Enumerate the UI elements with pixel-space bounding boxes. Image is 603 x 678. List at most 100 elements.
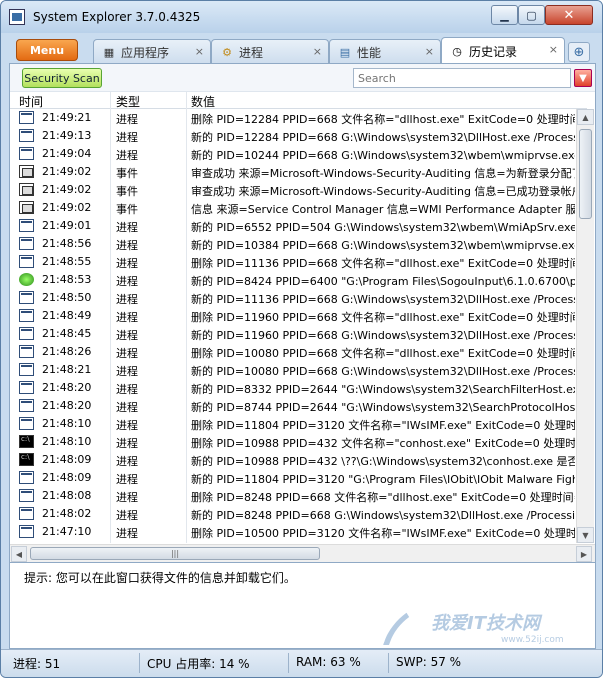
row-value: 删除 PID=11804 PPID=3120 文件名称="IWsIMF.exe"… [191, 419, 575, 432]
status-divider [288, 653, 289, 673]
horizontal-scrollbar[interactable]: ◀ ||| ▶ [10, 544, 595, 562]
table-row[interactable]: 21:48:45 进程 新的 PID=11960 PPID=668 G:\Windo… [10, 325, 575, 343]
row-type: 进程 [116, 275, 138, 288]
row-value: 新的 PID=11136 PPID=668 G:\Windows\system3… [191, 293, 575, 306]
menu-button[interactable]: Menu [16, 39, 78, 61]
maximize-button[interactable]: ▢ [518, 5, 545, 25]
status-process-count: 进程: 51 [13, 657, 61, 671]
table-row[interactable]: 21:48:09 进程 新的 PID=10988 PPID=432 \??\G:\W… [10, 451, 575, 469]
window-app-icon [19, 291, 34, 304]
vertical-scrollbar[interactable]: ▲ ▼ [576, 109, 594, 543]
search-input[interactable] [353, 68, 571, 88]
row-value: 新的 PID=10384 PPID=668 G:\Windows\system3… [191, 239, 575, 252]
table-row[interactable]: 21:49:01 进程 新的 PID=6552 PPID=504 G:\Window… [10, 217, 575, 235]
column-header: 时间 类型 数值 [10, 92, 587, 109]
table-row[interactable]: 21:49:13 进程 新的 PID=12284 PPID=668 G:\Windo… [10, 127, 575, 145]
window-app-icon [19, 327, 34, 340]
tab-applications[interactable]: ▦ 应用程序 × [93, 39, 211, 65]
table-row[interactable]: 21:48:56 进程 新的 PID=10384 PPID=668 G:\Windo… [10, 235, 575, 253]
row-value: 新的 PID=12284 PPID=668 G:\Windows\system3… [191, 131, 575, 144]
apps-icon: ▦ [103, 46, 115, 59]
table-row[interactable]: 21:48:26 进程 删除 PID=10080 PPID=668 文件名称="dl… [10, 343, 575, 361]
scroll-down-arrow-icon[interactable]: ▼ [577, 527, 594, 543]
window-app-icon [19, 489, 34, 502]
close-button[interactable]: ✕ [545, 5, 593, 25]
table-row[interactable]: 21:49:21 进程 删除 PID=12284 PPID=668 文件名称="dl… [10, 109, 575, 127]
table-row[interactable]: 21:49:02 事件 审查成功 来源=Microsoft-Windows-Secu… [10, 163, 575, 181]
scroll-thumb[interactable]: ||| [30, 547, 320, 560]
tab-history[interactable]: ◷ 历史记录 × [441, 37, 565, 65]
dropdown-arrow-icon[interactable]: ▼ [574, 69, 592, 87]
table-row[interactable]: 21:49:02 事件 审查成功 来源=Microsoft-Windows-Secu… [10, 181, 575, 199]
table-row[interactable]: 21:48:20 进程 新的 PID=8744 PPID=2644 "G:\Wind… [10, 397, 575, 415]
row-value: 新的 PID=8744 PPID=2644 "G:\Windows\system… [191, 401, 575, 414]
add-tab-button[interactable]: ⊕ [568, 42, 590, 62]
row-value: 删除 PID=10080 PPID=668 文件名称="dllhost.exe"… [191, 347, 575, 360]
status-bar: 进程: 51 CPU 占用率: 14 % RAM: 63 % SWP: 57 % [1, 649, 602, 677]
row-type: 事件 [116, 203, 138, 216]
row-type: 进程 [116, 149, 138, 162]
window-app-icon [19, 507, 34, 520]
row-value: 新的 PID=10244 PPID=668 G:\Windows\system3… [191, 149, 575, 162]
table-row[interactable]: 21:49:02 事件 信息 来源=Service Control Manager … [10, 199, 575, 217]
table-row[interactable]: 21:48:50 进程 新的 PID=11136 PPID=668 G:\Windo… [10, 289, 575, 307]
row-time: 21:48:55 [42, 255, 92, 268]
history-list: 21:49:21 进程 删除 PID=12284 PPID=668 文件名称="dl… [10, 109, 575, 543]
window-app-icon [19, 399, 34, 412]
row-type: 进程 [116, 113, 138, 126]
main-window: System Explorer 3.7.0.4325 ▁ ▢ ✕ Menu ▦ … [0, 0, 603, 678]
table-row[interactable]: 21:48:08 进程 删除 PID=8248 PPID=668 文件名称="dll… [10, 487, 575, 505]
tab-processes[interactable]: ⚙ 进程 × [211, 39, 329, 65]
table-row[interactable]: 21:48:10 进程 删除 PID=11804 PPID=3120 文件名称="I… [10, 415, 575, 433]
status-divider [388, 653, 389, 673]
tab-label: 进程 [239, 46, 264, 60]
event-log-icon [19, 201, 34, 214]
toolbar: Security Scan ▼ [10, 64, 595, 92]
column-type[interactable]: 类型 [116, 93, 140, 110]
security-scan-button[interactable]: Security Scan [22, 68, 102, 88]
scroll-right-arrow-icon[interactable]: ▶ [576, 546, 592, 562]
row-value: 新的 PID=8248 PPID=668 G:\Windows\system32… [191, 509, 575, 522]
table-row[interactable]: 21:48:55 进程 删除 PID=11136 PPID=668 文件名称="dl… [10, 253, 575, 271]
status-cpu: CPU 占用率: 14 % [147, 657, 250, 671]
row-value: 删除 PID=10500 PPID=3120 文件名称="IWsIMF.exe"… [191, 527, 575, 540]
row-time: 21:48:21 [42, 363, 92, 376]
table-row[interactable]: 21:48:09 进程 新的 PID=11804 PPID=3120 "G:\Pro… [10, 469, 575, 487]
tab-close-icon[interactable]: × [425, 45, 434, 58]
tab-bar: Menu ▦ 应用程序 × ⚙ 进程 × ▤ 性能 × ◷ 历史记录 × ⊕ [7, 35, 597, 65]
row-value: 删除 PID=11136 PPID=668 文件名称="dllhost.exe"… [191, 257, 575, 270]
scroll-thumb[interactable] [579, 129, 592, 219]
table-row[interactable]: 21:49:04 进程 新的 PID=10244 PPID=668 G:\Windo… [10, 145, 575, 163]
scroll-up-arrow-icon[interactable]: ▲ [577, 109, 594, 125]
tab-performance[interactable]: ▤ 性能 × [329, 39, 441, 65]
tab-close-icon[interactable]: × [549, 43, 558, 56]
window-app-icon [19, 471, 34, 484]
sogou-input-icon [19, 273, 34, 286]
row-value: 新的 PID=11804 PPID=3120 "G:\Program Files… [191, 473, 575, 486]
table-row[interactable]: 21:47:10 进程 删除 PID=10500 PPID=3120 文件名称="I… [10, 523, 575, 541]
row-type: 进程 [116, 437, 138, 450]
scroll-left-arrow-icon[interactable]: ◀ [11, 546, 27, 562]
row-value: 新的 PID=10988 PPID=432 \??\G:\Windows\sys… [191, 455, 575, 468]
table-row[interactable]: 21:48:20 进程 新的 PID=8332 PPID=2644 "G:\Wind… [10, 379, 575, 397]
row-time: 21:49:02 [42, 183, 92, 196]
table-row[interactable]: 21:48:49 进程 删除 PID=11960 PPID=668 文件名称="dl… [10, 307, 575, 325]
table-row[interactable]: 21:48:53 进程 新的 PID=8424 PPID=6400 "G:\Prog… [10, 271, 575, 289]
title-bar[interactable]: System Explorer 3.7.0.4325 ▁ ▢ ✕ [1, 1, 602, 33]
row-type: 进程 [116, 509, 138, 522]
table-row[interactable]: 21:48:10 进程 删除 PID=10988 PPID=432 文件名称="co… [10, 433, 575, 451]
tip-text: 提示: 您可以在此窗口获得文件的信息并卸载它们。 [24, 571, 296, 585]
table-row[interactable]: 21:48:02 进程 新的 PID=8248 PPID=668 G:\Window… [10, 505, 575, 523]
column-time[interactable]: 时间 [19, 93, 43, 110]
tab-close-icon[interactable]: × [313, 45, 322, 58]
column-value[interactable]: 数值 [191, 93, 215, 110]
row-value: 新的 PID=11960 PPID=668 G:\Windows\system3… [191, 329, 575, 342]
performance-chart-icon: ▤ [339, 46, 351, 59]
tab-close-icon[interactable]: × [195, 45, 204, 58]
minimize-button[interactable]: ▁ [491, 5, 518, 25]
row-time: 21:48:56 [42, 237, 92, 250]
app-icon [9, 9, 25, 25]
event-log-icon [19, 165, 34, 178]
table-row[interactable]: 21:48:21 进程 新的 PID=10080 PPID=668 G:\Windo… [10, 361, 575, 379]
row-type: 进程 [116, 365, 138, 378]
